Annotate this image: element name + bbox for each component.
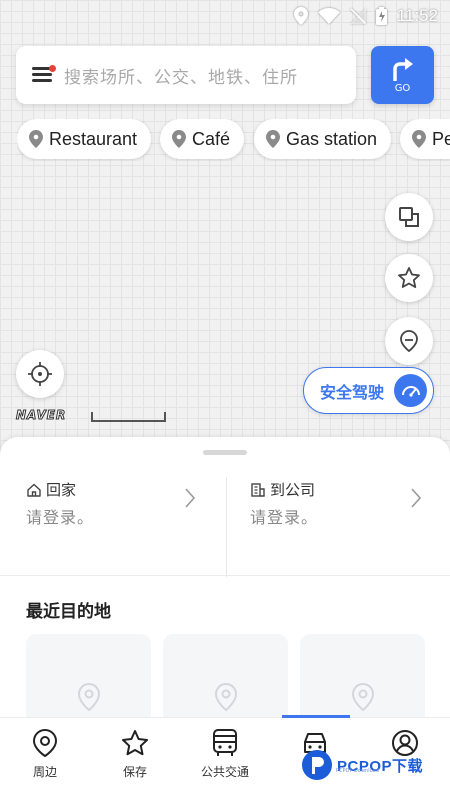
status-bar: 11:52 bbox=[0, 0, 450, 32]
battery-charging-icon bbox=[375, 7, 387, 25]
active-tab-indicator bbox=[282, 715, 350, 718]
work-subtitle: 请登录。 bbox=[250, 508, 319, 527]
location-icon bbox=[293, 7, 308, 25]
home-title: 回家 bbox=[46, 481, 77, 499]
pin-outline-icon bbox=[351, 682, 374, 712]
chip-more[interactable]: Pe bbox=[400, 119, 450, 159]
notification-dot bbox=[49, 65, 56, 72]
home-subtitle: 请登录。 bbox=[26, 508, 95, 527]
speedometer-icon bbox=[394, 374, 427, 407]
nav-transit[interactable]: 公共交通 bbox=[180, 728, 270, 780]
watermark-subtext: PCPOP Download bbox=[336, 768, 379, 774]
work-title: 到公司 bbox=[270, 481, 316, 499]
work-shortcut[interactable]: 到公司 请登录。 bbox=[250, 479, 430, 573]
pin-icon bbox=[266, 130, 280, 148]
search-input[interactable]: 搜索场所、公交、地铁、住所 bbox=[64, 63, 298, 88]
chip-label: Gas station bbox=[286, 128, 378, 149]
pin-outline-icon bbox=[214, 682, 237, 712]
chip-restaurant[interactable]: Restaurant bbox=[17, 119, 152, 159]
chip-label: Café bbox=[192, 128, 231, 149]
sheet-handle[interactable] bbox=[203, 450, 247, 455]
home-icon bbox=[27, 483, 41, 497]
nav-label: 周边 bbox=[32, 765, 57, 779]
safe-drive-label: 安全驾驶 bbox=[320, 382, 385, 402]
chip-label: Restaurant bbox=[49, 128, 138, 149]
chevron-right-icon bbox=[185, 488, 196, 508]
home-shortcut[interactable]: 回家 请登录。 bbox=[26, 479, 206, 573]
pin-outline-icon bbox=[77, 682, 100, 712]
nav-saved[interactable]: 保存 bbox=[90, 728, 180, 780]
favorites-button[interactable] bbox=[385, 254, 433, 302]
go-label: GO bbox=[394, 82, 411, 94]
safe-drive-button[interactable]: 安全驾驶 bbox=[303, 367, 434, 414]
menu-icon[interactable] bbox=[32, 65, 56, 84]
office-icon bbox=[251, 482, 265, 497]
pin-outline-icon bbox=[400, 330, 418, 353]
chip-label: Pe bbox=[432, 128, 450, 149]
recent-destination-card[interactable] bbox=[163, 634, 288, 717]
location-pin-icon bbox=[32, 728, 58, 758]
search-bar[interactable]: 搜索场所、公交、地铁、住所 bbox=[16, 46, 356, 104]
bottom-sheet: 回家 请登录。 到公司 请登录。 最近目的地 bbox=[0, 437, 450, 717]
horizontal-divider bbox=[0, 575, 450, 576]
chip-gas-station[interactable]: Gas station bbox=[254, 119, 392, 159]
nav-label: 保存 bbox=[122, 765, 147, 779]
star-icon bbox=[398, 267, 420, 288]
chevron-right-icon bbox=[411, 488, 422, 508]
chip-cafe[interactable]: Café bbox=[160, 119, 245, 159]
my-location-button[interactable] bbox=[16, 350, 64, 398]
no-signal-icon bbox=[349, 8, 366, 24]
map-scale-bar bbox=[91, 412, 166, 422]
watermark-logo-icon bbox=[302, 750, 332, 780]
layers-button[interactable] bbox=[385, 193, 433, 241]
crosshair-icon bbox=[28, 362, 52, 386]
nav-nearby[interactable]: 周边 bbox=[0, 728, 90, 780]
pin-icon bbox=[29, 130, 43, 148]
wifi-icon bbox=[317, 8, 340, 24]
recent-destinations-title: 最近目的地 bbox=[26, 602, 111, 622]
bus-icon bbox=[213, 729, 237, 756]
place-button[interactable] bbox=[385, 317, 433, 365]
naver-logo: NAVER bbox=[15, 408, 67, 423]
turn-right-arrow-icon bbox=[392, 57, 413, 81]
nav-label: 公共交通 bbox=[200, 765, 249, 779]
pin-icon bbox=[172, 130, 186, 148]
go-button[interactable]: GO bbox=[371, 46, 434, 104]
star-icon bbox=[122, 730, 148, 756]
watermark: PCPOP下载 PCPOP Download bbox=[300, 748, 423, 782]
layers-icon bbox=[399, 207, 419, 227]
recent-destination-card[interactable] bbox=[300, 634, 425, 717]
status-time: 11:52 bbox=[396, 6, 438, 25]
recent-destination-card[interactable] bbox=[26, 634, 151, 717]
category-chips: Restaurant Café Gas station Pe bbox=[17, 119, 450, 161]
vertical-divider bbox=[226, 477, 227, 577]
pin-icon bbox=[412, 130, 426, 148]
